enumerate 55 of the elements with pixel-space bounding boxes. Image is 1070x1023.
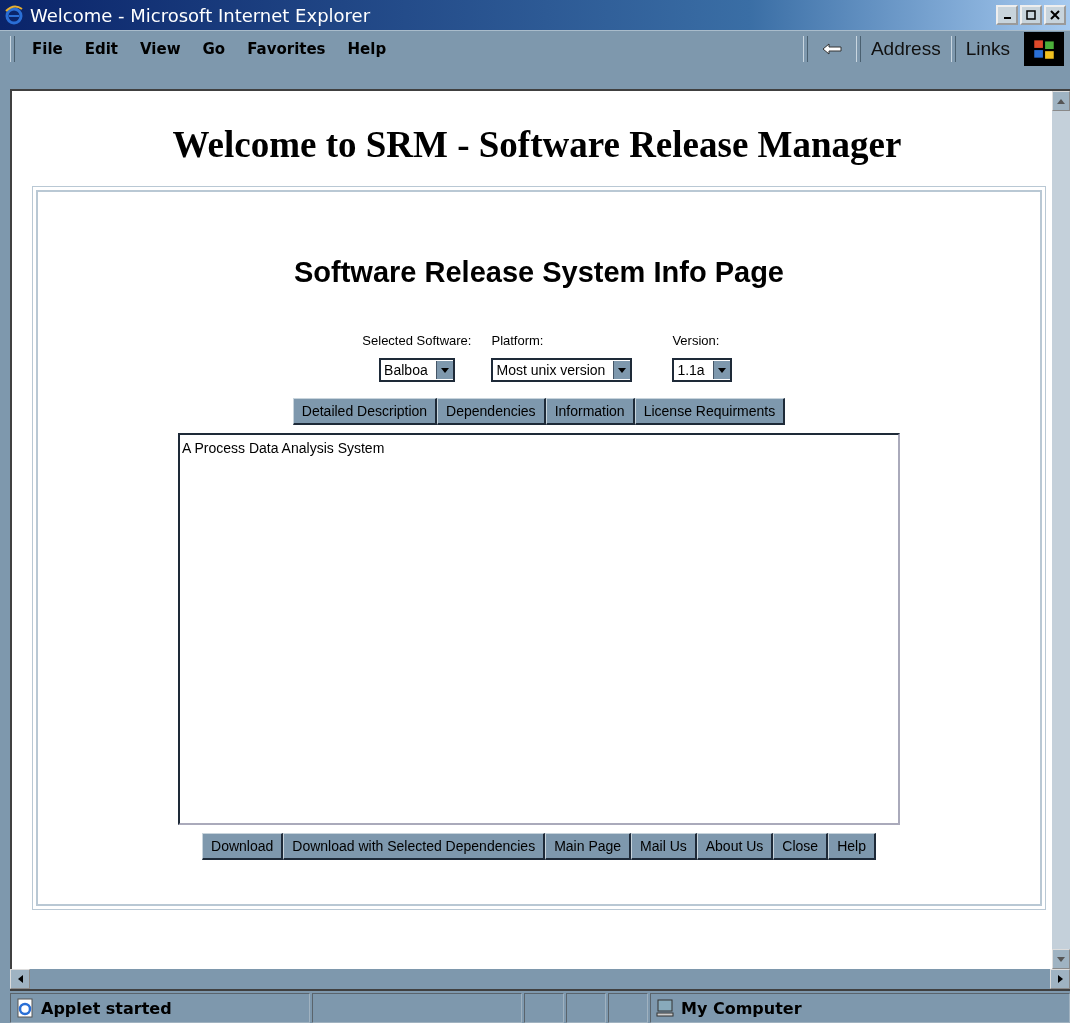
tab-button[interactable]: License Requirments xyxy=(634,398,786,425)
back-arrow-icon[interactable] xyxy=(821,43,842,55)
action-button[interactable]: Mail Us xyxy=(631,833,697,860)
scroll-right-icon xyxy=(1057,975,1063,983)
dropdown[interactable]: Most unix version xyxy=(491,358,633,382)
description-text-area[interactable]: A Process Data Analysis System xyxy=(178,433,900,825)
dropdown[interactable]: Balboa xyxy=(379,358,455,382)
maximize-icon xyxy=(1026,10,1036,20)
windows-logo-icon xyxy=(1024,32,1064,66)
action-button[interactable]: Close xyxy=(773,833,829,860)
tab-button[interactable]: Detailed Description xyxy=(292,398,438,425)
status-pane xyxy=(566,993,606,1023)
status-pane xyxy=(524,993,564,1023)
close-icon xyxy=(1050,10,1060,20)
menu-item[interactable]: View xyxy=(131,40,190,58)
tab-button[interactable]: Dependencies xyxy=(437,398,546,425)
field-label: Version: xyxy=(672,333,720,348)
minimize-button[interactable] xyxy=(996,5,1018,25)
action-button[interactable]: Help xyxy=(828,833,876,860)
action-button[interactable]: Download with Selected Dependencies xyxy=(283,833,546,860)
links-label[interactable]: Links xyxy=(963,38,1012,60)
description-text: A Process Data Analysis System xyxy=(182,440,385,456)
address-label[interactable]: Address xyxy=(868,38,943,60)
scroll-left-icon xyxy=(17,975,23,983)
action-button[interactable]: About Us xyxy=(696,833,774,860)
tab-button[interactable]: Information xyxy=(545,398,635,425)
scroll-down-icon xyxy=(1057,956,1065,962)
scroll-up-icon xyxy=(1057,98,1065,104)
horizontal-scrollbar[interactable] xyxy=(10,969,1070,991)
action-button[interactable]: Main Page xyxy=(545,833,632,860)
dropdown-arrow-icon xyxy=(618,367,627,373)
computer-icon xyxy=(655,998,675,1018)
dropdown-arrow-icon xyxy=(440,367,449,373)
dropdown[interactable]: 1.1a xyxy=(672,358,732,382)
menu-item[interactable]: Go xyxy=(193,40,235,58)
status-message: Applet started xyxy=(41,998,172,1018)
page-heading: Welcome to SRM - Software Release Manager xyxy=(171,123,903,166)
field-label: Platform: xyxy=(491,333,544,348)
menu-item[interactable]: Edit xyxy=(75,40,127,58)
close-button[interactable] xyxy=(1044,5,1066,25)
window-title: Welcome - Microsoft Internet Explorer xyxy=(30,4,372,26)
security-zone: My Computer xyxy=(681,998,802,1018)
action-button[interactable]: Download xyxy=(202,833,284,860)
page-icon xyxy=(15,998,35,1018)
section-heading: Software Release System Info Page xyxy=(294,256,784,289)
browser-icon xyxy=(4,5,24,25)
menu-item[interactable]: Help xyxy=(338,40,396,58)
field-label: Selected Software: xyxy=(362,333,472,348)
vertical-scrollbar[interactable] xyxy=(1052,91,1070,969)
status-pane xyxy=(608,993,648,1023)
menu-item[interactable]: Favorites xyxy=(238,40,335,58)
dropdown-arrow-icon xyxy=(717,367,726,373)
menu-item[interactable]: File xyxy=(23,40,72,58)
minimize-icon xyxy=(1003,17,1011,19)
maximize-button[interactable] xyxy=(1020,5,1042,25)
